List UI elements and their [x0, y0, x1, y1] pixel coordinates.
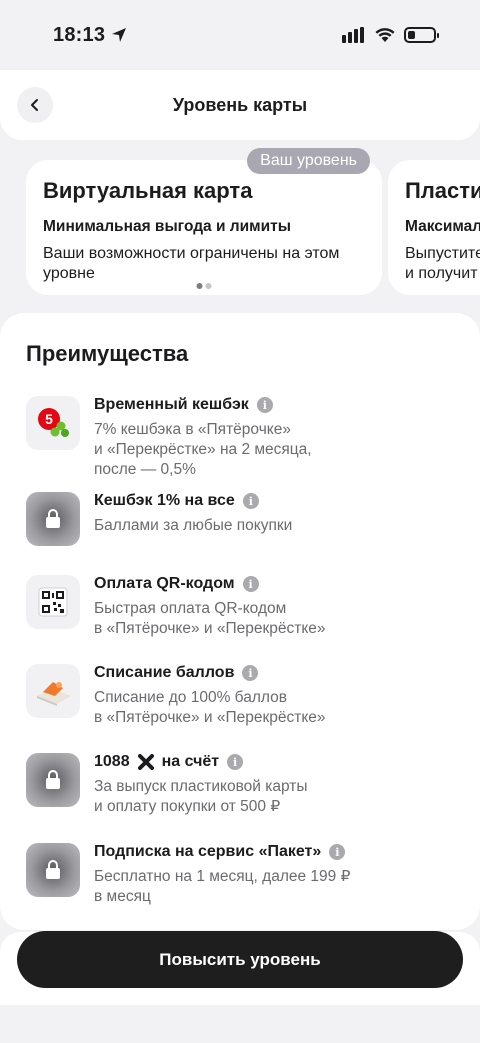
page-title: Уровень карты — [172, 94, 308, 115]
info-icon[interactable]: i — [256, 397, 273, 413]
pagination-dot-active — [196, 283, 203, 289]
bottom-safe-area — [0, 1005, 480, 1043]
benefit-item-cashback-1[interactable]: Кешбэк 1% на все i Баллами за любые поку… — [26, 492, 456, 546]
info-icon[interactable]: i — [242, 576, 259, 592]
benefit-description: Баллами за любые покупки — [94, 517, 293, 534]
benefit-description: 7% кешбэка в «Пятёрочке» и «Перекрёстке»… — [94, 421, 312, 478]
current-level-badge: Ваш уровень — [247, 148, 370, 174]
info-icon[interactable]: i — [227, 754, 244, 770]
level-card-plastic[interactable]: Пласти Максимал Выпустите и получит — [388, 160, 480, 295]
level-subtitle: Минимальная выгода и лимиты — [43, 218, 291, 235]
level-carousel[interactable]: Ваш уровень Виртуальная карта Минимальна… — [0, 148, 480, 298]
info-icon[interactable]: i — [242, 665, 259, 681]
cellular-signal-icon — [342, 27, 364, 43]
back-button[interactable] — [17, 87, 53, 123]
pagination-dot — [205, 283, 212, 289]
level-subtitle: Максимал — [405, 218, 480, 235]
benefit-title: Оплата QR-кодом i — [94, 575, 326, 593]
status-icons — [342, 27, 439, 43]
status-bar: 18:13 — [0, 0, 480, 70]
pagination-dots — [196, 283, 212, 289]
chevron-left-icon — [31, 99, 38, 111]
benefit-description: Бесплатно на 1 месяц, далее 199 ₽ в меся… — [94, 868, 351, 905]
benefit-title: Подписка на сервис «Пакет» i — [94, 843, 350, 861]
benefit-item-bonus-points[interactable]: 1088 на счёт i За выпуск пластиковой кар… — [26, 753, 456, 817]
info-icon[interactable]: i — [329, 844, 346, 860]
benefits-title: Преимущества — [26, 341, 189, 366]
lock-icon — [26, 492, 80, 546]
benefit-title: Кешбэк 1% на все i — [94, 492, 292, 510]
benefit-title: Списание баллов i — [94, 664, 326, 682]
points-icon — [26, 664, 80, 718]
benefit-description: Списание до 100% баллов в «Пятёрочке» и … — [94, 689, 326, 726]
lock-icon — [26, 843, 80, 897]
benefit-title: 1088 на счёт i — [94, 753, 308, 771]
upgrade-level-button[interactable]: Повысить уровень — [17, 931, 463, 988]
benefit-item-paket-subscription[interactable]: Подписка на сервис «Пакет» i Бесплатно н… — [26, 843, 456, 907]
qr-code-icon — [26, 575, 80, 629]
clock: 18:13 — [53, 23, 106, 46]
points-cross-icon — [137, 754, 154, 770]
benefit-title: Временный кешбэк i — [94, 396, 312, 414]
level-card-virtual[interactable]: Ваш уровень Виртуальная карта Минимальна… — [26, 148, 382, 295]
lock-icon — [26, 753, 80, 807]
svg-text:5: 5 — [45, 411, 53, 427]
wifi-icon — [375, 28, 395, 42]
benefit-description: Быстрая оплата QR-кодом в «Пятёрочке» и … — [94, 600, 326, 637]
battery-icon — [404, 27, 439, 43]
status-time: 18:13 — [53, 24, 127, 47]
header: Уровень карты — [0, 70, 480, 140]
benefit-item-points-spending[interactable]: Списание баллов i Списание до 100% балло… — [26, 664, 456, 728]
pyaterochka-logo-icon: 5 — [26, 396, 80, 450]
benefit-description: За выпуск пластиковой карты и оплату пок… — [94, 778, 308, 815]
info-icon[interactable]: i — [242, 493, 259, 509]
location-arrow-icon — [112, 28, 127, 42]
level-description: Ваши возможности ограничены на этом уров… — [43, 245, 340, 282]
level-name: Пласти — [405, 178, 480, 203]
benefit-item-temporary-cashback[interactable]: 5 Временный кешбэк i 7% кешбэка в «Пятёр… — [26, 396, 456, 480]
level-description: Выпустите и получит — [405, 245, 480, 282]
level-name: Виртуальная карта — [43, 178, 253, 203]
benefit-item-qr-payment[interactable]: Оплата QR-кодом i Быстрая оплата QR-кодо… — [26, 575, 456, 639]
